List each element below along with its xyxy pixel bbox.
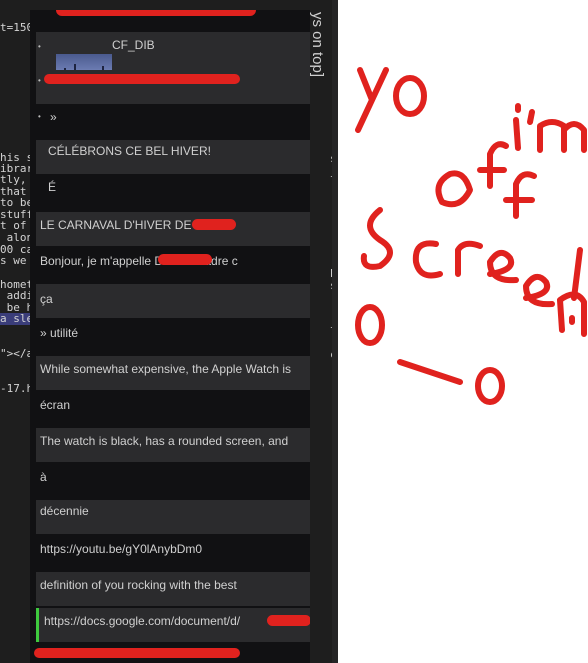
item-text: CÉLÉBRONS CE BEL HIVER!	[48, 144, 211, 158]
clipboard-history-panel[interactable]: • CF_DIB • • » CÉLÉBRONS CE BEL HIVER! É…	[30, 10, 310, 663]
handwriting-o2	[435, 170, 473, 208]
item-text: The watch is black, has a rounded screen…	[40, 434, 289, 448]
item-text: »	[50, 110, 57, 122]
item-text: » utilité	[40, 326, 79, 340]
handwriting-doodle	[355, 67, 587, 405]
handwriting-y	[355, 67, 389, 133]
item-label: CF_DIB	[112, 38, 155, 52]
item-text: LE CARNAVAL D'HIVER DE	[40, 218, 192, 232]
redaction-mark	[44, 74, 240, 84]
item-bullet: •	[38, 112, 41, 121]
item-text: definition of you rocking with the best	[40, 578, 237, 592]
editor-scrollbar[interactable]	[332, 0, 338, 663]
redaction-mark	[267, 615, 310, 626]
handwriting-c	[412, 240, 443, 279]
clipboard-item[interactable]: Bonjour, je m'appelle Dans le cadre c	[36, 252, 310, 268]
item-text: écran	[40, 398, 71, 412]
handwriting-o	[393, 75, 427, 117]
clipboard-item[interactable]: While somewhat expensive, the Apple Watc…	[36, 356, 310, 390]
redaction-mark	[34, 648, 240, 658]
item-text: https://youtu.be/gY0lAnybDm0	[40, 542, 203, 556]
item-text: While somewhat expensive, the Apple Watc…	[40, 362, 292, 376]
clipboard-item[interactable]: definition of you rocking with the best	[36, 572, 310, 606]
handwriting-i	[513, 103, 521, 151]
clipboard-item[interactable]: LE CARNAVAL D'HIVER DE	[36, 212, 310, 246]
clipboard-item[interactable]: ça	[36, 284, 310, 318]
handwriting-o3	[355, 304, 385, 346]
item-text: à	[40, 470, 47, 484]
clipboard-item-selected[interactable]: https://docs.google.com/document/d/	[36, 608, 310, 642]
clipboard-item[interactable]: The watch is black, has a rounded screen…	[36, 428, 310, 462]
clipboard-item[interactable]: CÉLÉBRONS CE BEL HIVER!	[36, 140, 310, 174]
redaction-mark	[158, 254, 212, 265]
redaction-mark	[56, 10, 256, 16]
item-text: décennie	[40, 504, 89, 518]
item-text: https://docs.google.com/document/d/	[44, 614, 241, 628]
clipboard-item[interactable]: •	[36, 70, 310, 104]
handwriting-m	[537, 119, 587, 153]
clipboard-item[interactable]: É	[36, 178, 310, 194]
clipboard-item[interactable]: » utilité	[36, 324, 310, 340]
clipboard-item-image[interactable]: • CF_DIB	[36, 32, 310, 70]
clipboard-item[interactable]: à	[36, 468, 310, 484]
clipboard-item[interactable]: • »	[36, 108, 310, 122]
redaction-mark	[192, 219, 236, 230]
item-bullet: •	[38, 76, 41, 85]
clipboard-item[interactable]: https://youtu.be/gY0lAnybDm0	[36, 540, 310, 556]
snow-thumbnail	[56, 54, 112, 70]
handwriting-s	[360, 207, 393, 270]
item-text: É	[48, 180, 57, 194]
item-bullet: •	[38, 42, 41, 51]
clipboard-item[interactable]: écran	[36, 396, 310, 412]
clipboard-item[interactable]: décennie	[36, 500, 310, 534]
item-text: ça	[40, 292, 53, 306]
